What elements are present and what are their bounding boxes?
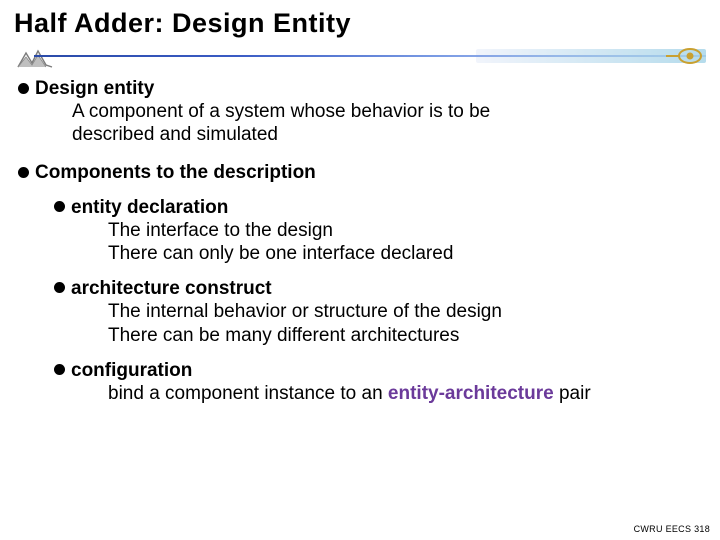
body-text: A component of a system whose behavior i… [18, 100, 706, 123]
bullet-architecture-construct: architecture construct The internal beha… [54, 277, 706, 347]
text-fragment: pair [554, 383, 591, 404]
emphasis-entity-architecture: entity-architecture [388, 383, 554, 404]
bullet-design-entity: Design entity A component of a system wh… [18, 77, 706, 147]
heading-entity-declaration: entity declaration [71, 196, 228, 219]
body-text: There can be many different architecture… [54, 324, 706, 347]
bullet-components: Components to the description [18, 161, 706, 184]
eye-icon [666, 47, 702, 65]
bullet-dot-icon [54, 201, 65, 212]
bullet-dot-icon [54, 364, 65, 375]
body-text: The interface to the design [54, 219, 706, 242]
body-text: The internal behavior or structure of th… [54, 300, 706, 323]
body-text: There can only be one interface declared [54, 242, 706, 265]
bullet-dot-icon [54, 282, 65, 293]
title-divider [14, 45, 706, 75]
body-text: described and simulated [18, 123, 706, 146]
bullet-configuration: configuration bind a component instance … [54, 359, 706, 405]
body-text: bind a component instance to an entity-a… [54, 382, 706, 405]
footer-text: CWRU EECS 318 [634, 524, 710, 534]
heading-design-entity: Design entity [35, 77, 154, 100]
text-fragment: bind a component instance to an [108, 383, 388, 404]
slide-title: Half Adder: Design Entity [14, 8, 706, 39]
heading-components: Components to the description [35, 161, 316, 184]
bullet-dot-icon [18, 83, 29, 94]
bullet-dot-icon [18, 167, 29, 178]
heading-architecture-construct: architecture construct [71, 277, 272, 300]
heading-configuration: configuration [71, 359, 192, 382]
bullet-entity-declaration: entity declaration The interface to the … [54, 196, 706, 266]
cwru-logo-icon [14, 45, 56, 73]
